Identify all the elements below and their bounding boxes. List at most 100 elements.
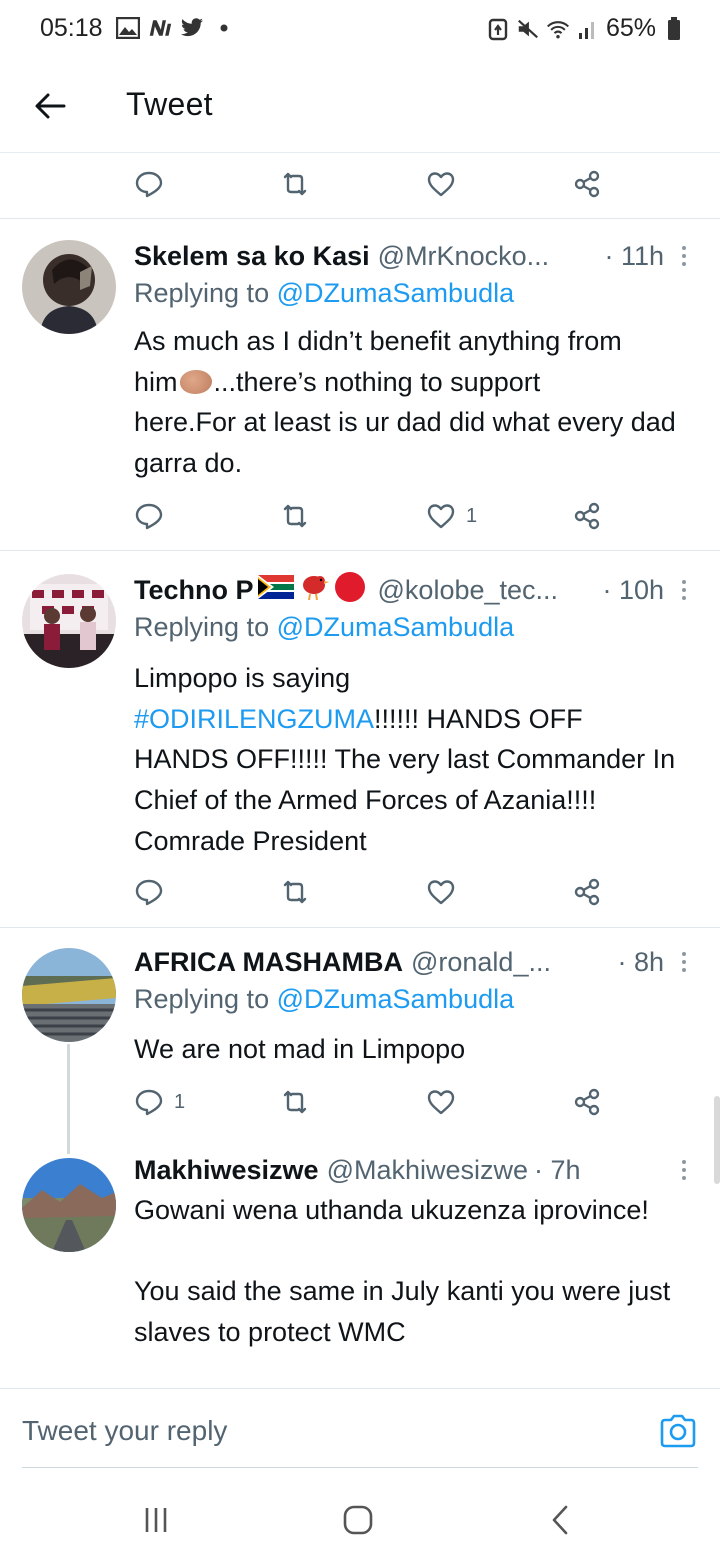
- retweet-icon: [283, 504, 307, 528]
- share-icon: [574, 878, 600, 906]
- potato-emoji-icon: [179, 369, 212, 394]
- tweet-text-part: Limpopo is saying: [134, 663, 351, 693]
- home-icon[interactable]: [338, 1500, 378, 1540]
- tweet-actions: 1: [0, 494, 720, 538]
- status-left-icons: [116, 16, 236, 40]
- status-bar: 05:18 65%: [0, 0, 720, 60]
- tweet-text: We are not mad in Limpopo: [134, 1029, 706, 1070]
- timestamp: · 8h: [617, 946, 664, 977]
- user-handle[interactable]: @Makhiwesizwe: [327, 1155, 528, 1186]
- share-button[interactable]: [572, 870, 602, 914]
- divider: [0, 550, 720, 551]
- more-options-icon[interactable]: [674, 1154, 694, 1186]
- camera-icon[interactable]: [658, 1411, 698, 1451]
- battery-saver-icon: [486, 17, 510, 41]
- tweet-text: Gowani wena uthanda ukuzenza iprovince! …: [134, 1190, 706, 1353]
- tweet-reply-input[interactable]: Tweet your reply: [22, 1415, 227, 1447]
- avatar[interactable]: [22, 1158, 116, 1252]
- reply-button[interactable]: [134, 162, 164, 206]
- retweet-button[interactable]: [280, 870, 310, 914]
- tweet-text: As much as I didn’t benefit anything fro…: [134, 321, 706, 484]
- dot-icon: [212, 16, 236, 40]
- like-button[interactable]: 1: [426, 494, 477, 538]
- like-button[interactable]: [426, 162, 456, 206]
- timestamp: · 10h: [602, 574, 664, 605]
- share-button[interactable]: [572, 1080, 602, 1124]
- wifi-icon: [546, 17, 570, 41]
- tweet-text-part: As much as I didn’t benefit anything fro…: [134, 326, 622, 356]
- like-button[interactable]: [426, 1080, 456, 1124]
- back-icon[interactable]: [540, 1500, 580, 1540]
- tweet-makhiwesizwe[interactable]: Makhiwesizwe @Makhiwesizwe · 7h Gowani w…: [0, 1150, 720, 1388]
- reply-input-underline: [22, 1467, 698, 1468]
- timestamp: · 11h: [604, 240, 664, 271]
- battery-percent: 65%: [605, 14, 656, 42]
- share-button[interactable]: [572, 162, 602, 206]
- tweet-text: Limpopo is saying #ODIRILENGZUMA!!!!!! H…: [134, 658, 706, 862]
- tweet-text-part: !!!!!! HANDS OFF: [374, 703, 583, 734]
- avatar[interactable]: [22, 240, 116, 334]
- replying-to: Replying to @DZumaSambudla: [134, 278, 514, 309]
- share-button[interactable]: [572, 494, 602, 538]
- avatar[interactable]: [22, 574, 116, 668]
- more-options-icon[interactable]: [674, 240, 694, 272]
- user-handle[interactable]: @kolobe_tec...: [378, 575, 559, 606]
- n-app-icon: [148, 16, 172, 40]
- tweet-africa-mashamba[interactable]: AFRICA MASHAMBA @ronald_... · 8h Replyin…: [0, 942, 720, 1142]
- tweet-techno[interactable]: Techno P @kolobe_tec... · 10h Replying t…: [0, 570, 720, 926]
- red-circle-icon: [334, 571, 366, 610]
- avatar[interactable]: [22, 948, 116, 1042]
- hashtag-link[interactable]: #ODIRILENGZUMA: [134, 704, 374, 734]
- more-options-icon[interactable]: [674, 574, 694, 606]
- tweet-text-part: ...there’s nothing to support: [213, 366, 541, 397]
- tweet-header: Makhiwesizwe @Makhiwesizwe · 7h: [134, 1150, 702, 1190]
- twitter-icon: [180, 16, 204, 40]
- heart-icon: [427, 172, 455, 197]
- retweet-button[interactable]: [280, 162, 310, 206]
- user-handle[interactable]: @MrKnocko...: [378, 241, 549, 272]
- tweet-text-part: here.For at least is ur dad did what eve…: [134, 407, 676, 479]
- tweet-header: AFRICA MASHAMBA @ronald_... · 8h: [134, 942, 702, 982]
- reply-button[interactable]: [134, 494, 164, 538]
- display-name[interactable]: Skelem sa ko Kasi: [134, 241, 370, 272]
- display-name[interactable]: Makhiwesizwe: [134, 1155, 319, 1186]
- back-button[interactable]: [26, 82, 74, 130]
- display-name[interactable]: AFRICA MASHAMBA: [134, 947, 403, 978]
- share-icon: [574, 1088, 600, 1116]
- replying-prefix: Replying to: [134, 612, 270, 642]
- signal-icon: [576, 17, 600, 41]
- mute-icon: [516, 17, 540, 41]
- tweet-skelem[interactable]: Skelem sa ko Kasi @MrKnocko... · 11h Rep…: [0, 236, 720, 550]
- tweet-header: Techno P @kolobe_tec... · 10h: [134, 570, 702, 610]
- tweet-paragraph: Gowani wena uthanda ukuzenza iprovince!: [134, 1195, 649, 1225]
- replying-to: Replying to @DZumaSambudla: [134, 612, 514, 643]
- mention-link[interactable]: @DZumaSambudla: [277, 612, 515, 642]
- divider: [0, 927, 720, 928]
- retweet-icon: [283, 880, 307, 904]
- gallery-icon: [116, 16, 140, 40]
- mention-link[interactable]: @DZumaSambudla: [277, 984, 515, 1014]
- scrollbar[interactable]: [714, 1096, 720, 1184]
- like-button[interactable]: [426, 870, 456, 914]
- reply-button[interactable]: [134, 870, 164, 914]
- tweet-text-part: him: [134, 366, 178, 397]
- arrow-left-icon: [35, 93, 66, 119]
- comment-icon: [135, 879, 163, 906]
- more-options-icon[interactable]: [674, 946, 694, 978]
- heart-icon: [427, 880, 455, 905]
- timestamp: · 7h: [534, 1154, 581, 1185]
- reply-bar: Tweet your reply: [0, 1388, 720, 1480]
- retweet-button[interactable]: [280, 1080, 310, 1124]
- south-africa-flag-icon: [257, 574, 294, 606]
- mention-link[interactable]: @DZumaSambudla: [277, 278, 515, 308]
- replying-to: Replying to @DZumaSambudla: [134, 984, 514, 1015]
- user-handle[interactable]: @ronald_...: [411, 947, 551, 978]
- tweet-text-part: HANDS OFF!!!!! The very last Commander I…: [134, 744, 676, 856]
- display-name[interactable]: Techno P: [134, 575, 254, 606]
- retweet-button[interactable]: [280, 494, 310, 538]
- recent-apps-icon[interactable]: [136, 1500, 176, 1540]
- system-nav-bar: [0, 1480, 720, 1560]
- reply-button[interactable]: 1: [134, 1080, 185, 1124]
- comment-icon: [135, 171, 163, 198]
- tweet-actions: 1: [0, 1080, 720, 1124]
